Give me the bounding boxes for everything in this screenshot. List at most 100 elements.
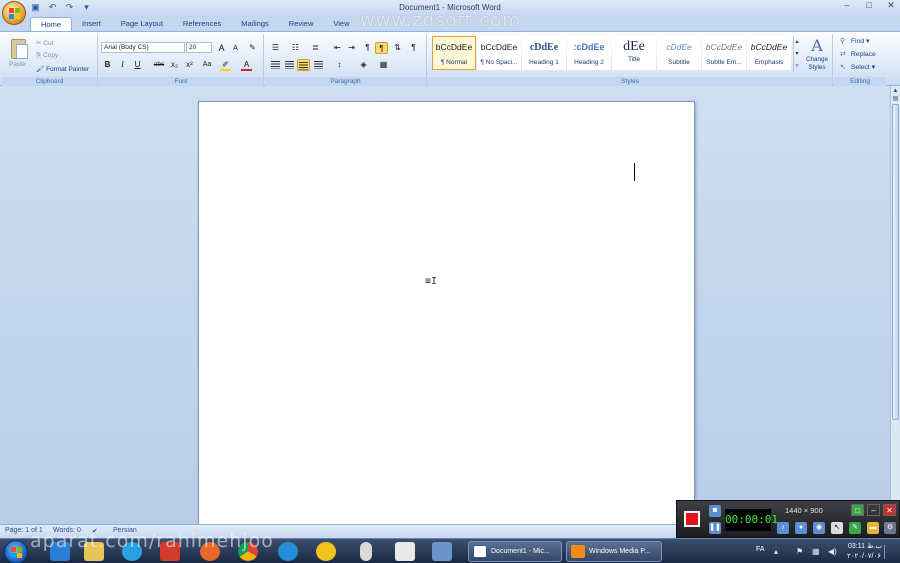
windows-logo-icon: [11, 547, 22, 558]
paragraph-group: ☰ ☷ ≣ ⇤ ⇥ ¶ ¶ ⇅ ¶ ↕ ◈ ▦ Paragraph: [265, 34, 427, 86]
strikethrough-button[interactable]: abc: [151, 59, 167, 71]
microphone-app-icon[interactable]: [360, 542, 372, 561]
settings-icon[interactable]: ⚙: [884, 522, 896, 534]
replace-button[interactable]: ⇄ Replace: [840, 50, 876, 58]
copy-button[interactable]: ⎘ Copy: [36, 52, 58, 60]
align-right-icon[interactable]: [297, 59, 310, 71]
cursor-icon[interactable]: ↖: [831, 522, 843, 534]
multilevel-list-icon[interactable]: ≣: [309, 42, 322, 54]
recorder-fullscreen-button[interactable]: □: [851, 504, 864, 516]
style-subtle-emphasis[interactable]: bCcDdEe Subtle Em...: [702, 36, 746, 70]
watermark: www.zdsoft.com: [360, 10, 521, 31]
camera-icon[interactable]: ◙: [709, 505, 721, 517]
show-desktop-button[interactable]: [884, 545, 896, 559]
close-button[interactable]: ✕: [886, 0, 896, 11]
superscript-button[interactable]: x²: [183, 59, 196, 71]
borders-icon[interactable]: ▦: [377, 59, 390, 71]
tab-home[interactable]: Home: [30, 17, 73, 31]
network-tray-icon[interactable]: ▦: [812, 547, 820, 556]
change-case-button[interactable]: Aa: [199, 59, 215, 71]
flag-tray-icon[interactable]: ⚑: [796, 547, 803, 556]
maximize-button[interactable]: □: [864, 0, 874, 11]
style-heading-1[interactable]: cDdEe Heading 1: [522, 36, 566, 70]
font-name-dropdown[interactable]: Arial (Body CS): [101, 42, 185, 53]
sort-icon[interactable]: ⇅: [391, 42, 404, 54]
tab-insert[interactable]: Insert: [72, 17, 111, 31]
bold-button[interactable]: B: [101, 59, 114, 71]
numbering-icon[interactable]: ☷: [289, 42, 302, 54]
font-size-dropdown[interactable]: 20: [186, 42, 212, 53]
shrink-font-button[interactable]: A: [229, 43, 242, 55]
font-group-label: Font: [99, 77, 263, 86]
tray-expand-icon[interactable]: ▴: [774, 547, 778, 556]
office-button[interactable]: [2, 1, 26, 25]
document-page[interactable]: ≡I: [198, 101, 695, 531]
minimize-button[interactable]: –: [842, 0, 852, 11]
format-painter-button[interactable]: 🖌 Format Painter: [36, 65, 89, 73]
folder-icon[interactable]: ▬: [867, 522, 879, 534]
recorder-minimize-button[interactable]: –: [867, 504, 880, 516]
increase-indent-icon[interactable]: ⇥: [345, 42, 358, 54]
task-word-document[interactable]: Document1 - Mic...: [468, 541, 562, 562]
grow-font-button[interactable]: A: [215, 42, 228, 54]
align-center-icon[interactable]: [283, 59, 296, 71]
font-color-button[interactable]: A: [240, 59, 253, 71]
language-bar[interactable]: FA: [756, 546, 765, 553]
record-stop-button[interactable]: [684, 511, 700, 527]
cut-button[interactable]: ✂ Cut: [36, 39, 53, 47]
vertical-scrollbar[interactable]: ▲ ▤: [890, 86, 900, 524]
show-formatting-icon[interactable]: ¶: [407, 42, 420, 54]
clock-date[interactable]: ۲۰۲۰/۰۷/۰۶: [847, 552, 881, 560]
decrease-indent-icon[interactable]: ⇤: [331, 42, 344, 54]
aparat-watermark: aparat.com/rahimehjoo: [30, 530, 274, 552]
justify-icon[interactable]: [312, 59, 325, 71]
tab-mailings[interactable]: Mailings: [231, 17, 279, 31]
scroll-up-icon[interactable]: ▲: [891, 87, 900, 95]
style-normal[interactable]: bCcDdEe ¶ Normal: [432, 36, 476, 70]
pen-icon[interactable]: ✎: [849, 522, 861, 534]
tab-review[interactable]: Review: [279, 17, 324, 31]
styles-gallery-scroll[interactable]: ▴ ▾ ▿: [793, 36, 800, 72]
calculator-icon[interactable]: [395, 542, 415, 561]
rtl-direction-icon[interactable]: ¶: [361, 42, 374, 54]
paste-button[interactable]: Paste: [9, 61, 26, 68]
ltr-direction-icon[interactable]: ¶: [375, 42, 388, 54]
webcam-icon[interactable]: ◉: [813, 522, 825, 534]
speaker-icon[interactable]: ♪: [777, 522, 789, 534]
tab-view[interactable]: View: [323, 17, 359, 31]
tab-page-layout[interactable]: Page Layout: [111, 17, 173, 31]
highlight-icon[interactable]: ✐: [219, 59, 232, 71]
task-windows-media-player[interactable]: Windows Media P...: [566, 541, 662, 562]
clock-time[interactable]: 03:11 ب.ظ: [848, 542, 882, 550]
ribbon-tabs: Home Insert Page Layout References Maili…: [30, 17, 360, 31]
style-title[interactable]: dEe Title: [612, 36, 656, 70]
select-button[interactable]: ↖ Select ▾: [840, 63, 875, 71]
microphone-icon[interactable]: ●: [795, 522, 807, 534]
clear-formatting-icon[interactable]: ✎: [246, 42, 259, 54]
italic-button[interactable]: I: [116, 59, 129, 71]
tab-references[interactable]: References: [173, 17, 231, 31]
line-spacing-icon[interactable]: ↕: [333, 59, 346, 71]
align-left-icon[interactable]: [269, 59, 282, 71]
network-app-icon[interactable]: [432, 542, 452, 561]
underline-button[interactable]: U: [131, 59, 144, 71]
recorder-close-button[interactable]: ✕: [883, 504, 896, 516]
bullets-icon[interactable]: ☰: [269, 42, 282, 54]
style-no-spacing[interactable]: bCcDdEe ¶ No Spaci...: [477, 36, 521, 70]
edge-icon[interactable]: [278, 542, 298, 561]
start-button[interactable]: [4, 540, 28, 563]
find-button[interactable]: ⚲ Find ▾: [840, 37, 869, 45]
style-heading-2[interactable]: :cDdEe Heading 2: [567, 36, 611, 70]
scrollbar-thumb[interactable]: [892, 104, 899, 420]
paste-icon[interactable]: [8, 36, 30, 62]
shading-icon[interactable]: ◈: [357, 59, 370, 71]
style-subtitle[interactable]: cDdEe Subtitle: [657, 36, 701, 70]
subscript-button[interactable]: x₂: [168, 59, 181, 71]
volume-icon[interactable]: ◀): [828, 547, 837, 556]
pinned-app-icon-2[interactable]: [316, 542, 336, 561]
ruler-toggle-icon[interactable]: ▤: [891, 95, 900, 103]
pause-icon[interactable]: ❚❚: [709, 522, 721, 534]
ribbon: Paste ✂ Cut ⎘ Copy 🖌 Format Painter Clip…: [0, 31, 900, 86]
change-styles-button[interactable]: A Change Styles: [803, 36, 831, 72]
style-emphasis[interactable]: bCcDdEe Emphasis: [747, 36, 791, 70]
